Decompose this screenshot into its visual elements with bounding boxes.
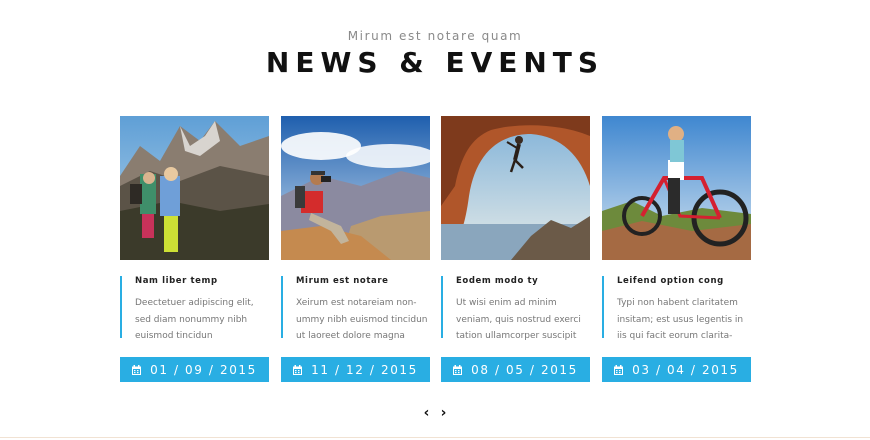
news-date: 11 / 12 / 2015 [311,362,418,377]
news-text: Eodem modo ty Ut wisi enim ad minim veni… [441,276,590,341]
news-title[interactable]: Leifend option cong [617,276,724,286]
news-excerpt: Typi non habent claritatem insitam; est … [617,298,744,341]
news-date: 01 / 09 / 2015 [150,362,257,377]
section-subtitle: Mirum est notare quam [347,29,523,43]
chevron-right-icon[interactable]: › [438,406,450,420]
carousel-nav: ‹ › [0,402,870,421]
news-text: Mirum est notare Xeirum est notareiam no… [281,276,430,341]
news-date-bar: 01 / 09 / 2015 [120,357,269,382]
news-image-climber[interactable] [441,116,590,260]
news-excerpt: Deectetuer adipiscing elit, sed diam non… [135,298,254,341]
news-image-hikers[interactable] [120,116,269,260]
chevron-left-icon[interactable]: ‹ [420,406,432,420]
news-image-photographer[interactable] [281,116,430,260]
news-date-bar: 03 / 04 / 2015 [602,357,751,382]
calendar-icon [293,364,303,375]
news-date-bar: 11 / 12 / 2015 [281,357,430,382]
news-title[interactable]: Eodem modo ty [456,276,538,286]
news-image-cyclist[interactable] [602,116,751,260]
news-text: Nam liber temp Deectetuer adipiscing eli… [120,276,269,341]
news-text: Leifend option cong Typi non habent clar… [602,276,751,341]
news-title[interactable]: Nam liber temp [135,276,218,286]
news-excerpt: Xeirum est notareiam non- ummy nibh euis… [296,298,428,341]
calendar-icon [453,364,463,375]
news-title[interactable]: Mirum est notare [296,276,389,286]
news-cards: Nam liber temp Deectetuer adipiscing eli… [120,116,752,386]
news-date: 03 / 04 / 2015 [632,362,739,377]
news-date-bar: 08 / 05 / 2015 [441,357,590,382]
news-excerpt: Ut wisi enim ad minim veniam, quis nostr… [456,298,581,341]
news-date: 08 / 05 / 2015 [471,362,578,377]
calendar-icon [132,364,142,375]
calendar-icon [614,364,624,375]
divider [0,437,870,438]
section-title: NEWS & EVENTS [265,46,605,79]
